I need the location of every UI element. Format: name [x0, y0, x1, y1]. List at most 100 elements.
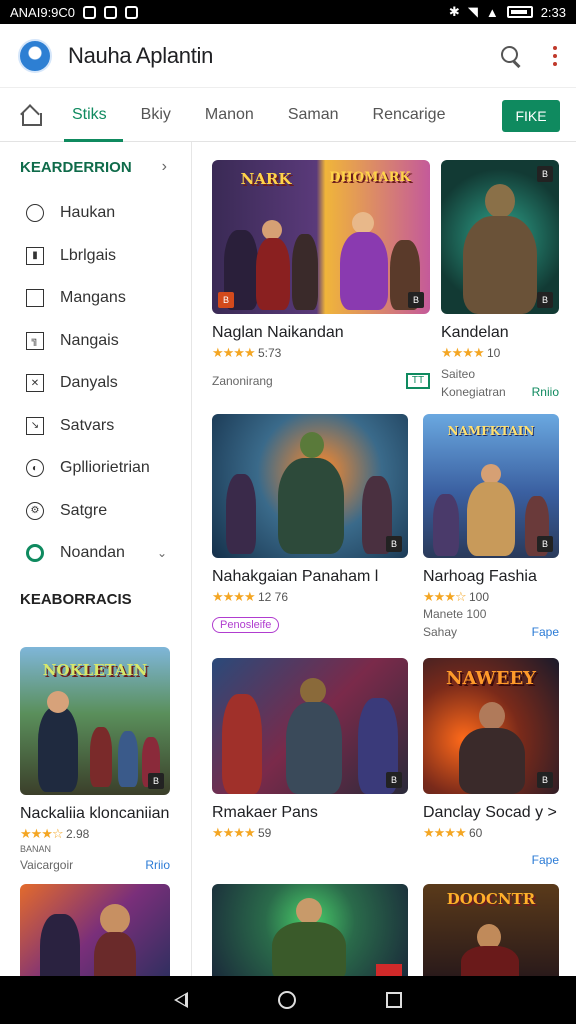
game-meta: Konegiatran Rniio — [441, 385, 559, 399]
badge-icon: B — [218, 292, 234, 308]
gear-icon: ⚙ — [26, 501, 44, 520]
notification-icon — [83, 5, 97, 19]
sidebar-game-card-partial[interactable] — [20, 884, 170, 976]
tab-bar: Stiks Bkiy Manon Saman Rencarige FIKE — [0, 88, 576, 142]
game-thumbnail: NAWEEY B — [423, 658, 559, 794]
home-nav-icon[interactable] — [278, 991, 296, 1009]
game-sub: Manete 100 — [423, 607, 487, 621]
game-thumbnail: NARK DHOMARK B B — [212, 160, 430, 314]
badge-icon: B — [537, 772, 553, 788]
sidebar-heading-label: KEARDERRION — [20, 158, 132, 176]
rating-value: 12 76 — [257, 590, 288, 604]
game-tag[interactable]: Fape — [532, 625, 559, 639]
sidebar-item-noandan[interactable]: Noandan ⌄ — [0, 532, 191, 575]
close-box-icon: ✕ — [26, 374, 44, 393]
game-thumbnail — [20, 884, 170, 976]
status-bar: ANAI9:9C0 ✱ ◥ ▲ 2:33 — [0, 0, 576, 24]
game-meta-text: Zanonirang — [212, 374, 273, 388]
document-icon: ╗ — [26, 331, 44, 350]
game-card[interactable]: NAMFKTAIN B Narhoag Fashia ★★★☆ 100 Mane… — [423, 414, 559, 639]
rating-value: 59 — [257, 826, 272, 840]
app-title: Nauha Aplantin — [68, 42, 214, 68]
game-card[interactable]: B Rmakaer Pans ★★★★ 59 — [212, 658, 408, 841]
stars-icon: ★★★★ — [423, 825, 467, 840]
bookmark-icon — [26, 289, 44, 308]
tab-bkiy[interactable]: Bkiy — [141, 88, 171, 142]
game-meta: Sahay Fape — [423, 625, 559, 639]
sidebar-item-gplliorietrian[interactable]: ◐ Gplliorietrian — [0, 447, 191, 490]
sidebar-item-satgre[interactable]: ⚙ Satgre — [0, 490, 191, 533]
sidebar-item-label: Mangans — [60, 289, 126, 307]
sidebar-game-card[interactable]: NOKLETAIN B Nackaliia kloncaniianc ★★★☆ … — [20, 647, 170, 872]
game-card-partial[interactable]: DOOCNTR — [423, 884, 559, 976]
home-icon[interactable] — [20, 106, 42, 126]
game-tag[interactable]: Rriio — [145, 858, 170, 872]
recents-icon[interactable] — [386, 992, 402, 1008]
back-icon[interactable] — [174, 992, 188, 1008]
game-rating: ★★★☆ 2.98 — [20, 826, 170, 842]
game-thumbnail: NAMFKTAIN B — [423, 414, 559, 558]
sidebar-item-nangais[interactable]: ╗ Nangais — [0, 320, 191, 363]
system-nav-bar — [0, 976, 576, 1024]
game-rating: ★★★★ 5:73 — [212, 345, 430, 361]
tab-rencarige[interactable]: Rencarige — [373, 88, 446, 142]
game-thumbnail — [212, 884, 408, 976]
search-icon[interactable] — [500, 45, 522, 67]
game-logo-text: NAMFKTAIN — [447, 424, 535, 438]
game-thumbnail: DOOCNTR — [423, 884, 559, 976]
sidebar-item-label: Danyals — [60, 374, 118, 392]
game-card-partial[interactable] — [212, 884, 408, 976]
arrow-box-icon: ↘ — [26, 416, 44, 435]
game-meta-text: Sahay — [423, 625, 458, 639]
rating-value: 10 — [486, 346, 501, 360]
game-title: Naglan Naikandan — [212, 324, 344, 341]
game-thumbnail: B — [212, 658, 408, 794]
stars-icon: ★★★☆ — [423, 589, 467, 604]
game-card[interactable]: B Nahakgaian Panaham l ★★★★ 12 76 Penosl… — [212, 414, 408, 633]
sidebar-item-danyals[interactable]: ✕ Danyals — [0, 362, 191, 405]
stars-icon: ★★★★ — [441, 345, 485, 360]
game-rating: ★★★★ 60 — [423, 825, 559, 841]
game-tag[interactable]: Fape — [532, 853, 559, 867]
game-card[interactable]: B B Kandelan ★★★★ 10 Saiteo Konegiatran R… — [441, 160, 559, 399]
game-meta-text: Konegiatran — [441, 385, 506, 399]
chevron-down-icon: ⌄ — [156, 546, 167, 561]
game-card[interactable]: NAWEEY B Danclay Socad y > ★★★★ 60 Fape — [423, 658, 559, 867]
more-options-icon[interactable] — [552, 45, 558, 66]
game-pill[interactable]: Penosleife — [212, 617, 280, 633]
game-card[interactable]: NARK DHOMARK B B Naglan Naikandan ★★★★ 5… — [212, 160, 430, 389]
install-icon[interactable]: TT — [406, 373, 430, 389]
game-rating: ★★★★ 12 76 — [212, 589, 408, 605]
status-time: 2:33 — [540, 4, 566, 20]
badge-icon: B — [386, 772, 402, 788]
badge-icon: B — [386, 536, 402, 552]
sidebar-item-haukan[interactable]: Haukan — [0, 192, 191, 235]
game-meta: Zanonirang TT — [212, 373, 430, 389]
game-thumbnail: B B — [441, 160, 559, 314]
badge-icon: B — [537, 292, 553, 308]
action-button[interactable]: FIKE — [502, 100, 560, 132]
tab-manon[interactable]: Manon — [205, 88, 254, 142]
game-rating: ★★★☆ 100 — [423, 589, 559, 605]
avatar[interactable] — [18, 38, 52, 73]
game-title: Narhoag Fashia — [423, 568, 537, 585]
game-extra: BANAN — [20, 844, 52, 854]
game-tag[interactable]: Rniio — [532, 385, 559, 399]
stars-icon: ★★★★ — [212, 825, 256, 840]
sidebar-item-label: Satvars — [60, 416, 115, 434]
game-meta: Penosleife — [212, 617, 408, 633]
sidebar-heading[interactable]: KEARDERRION › — [0, 142, 191, 192]
sidebar-item-label: Gplliorietrian — [60, 459, 150, 477]
game-title: Danclay Socad y > — [423, 804, 557, 821]
rating-value: 100 — [468, 590, 489, 604]
sidebar-item-satvars[interactable]: ↘ Satvars — [0, 405, 191, 448]
game-logo-text: NOKLETAIN — [42, 661, 148, 679]
sidebar-item-label: Lbrlgais — [60, 246, 117, 264]
game-thumbnail: NOKLETAIN B — [20, 647, 170, 795]
tab-saman[interactable]: Saman — [288, 88, 339, 142]
tab-stiks[interactable]: Stiks — [64, 88, 123, 142]
status-left-text: ANAI9:9C0 — [10, 4, 76, 20]
sidebar-item-lbrlgais[interactable]: ▮ Lbrlgais — [0, 235, 191, 278]
sidebar-item-mangans[interactable]: Mangans — [0, 277, 191, 320]
sidebar-item-label: Nangais — [60, 331, 119, 349]
